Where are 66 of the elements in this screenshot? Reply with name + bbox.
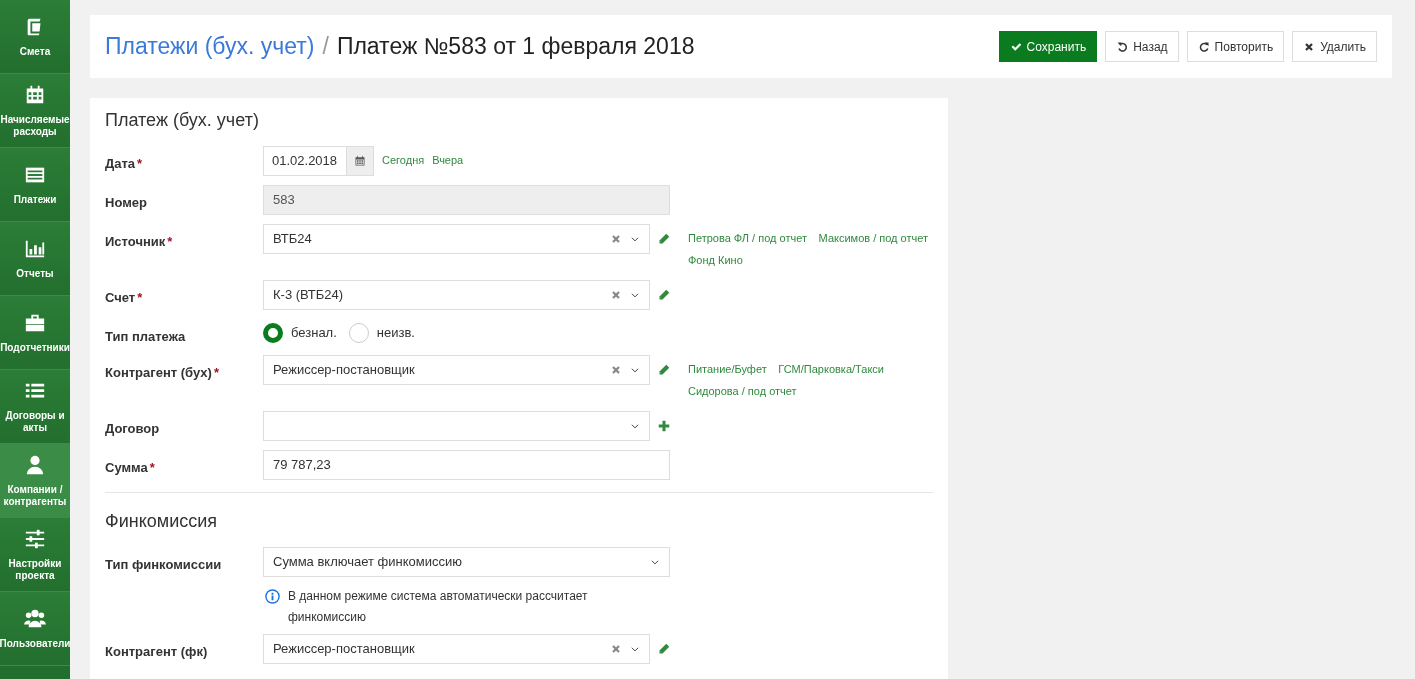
breadcrumb-separator: / [322,32,329,62]
radio-button[interactable] [263,322,283,343]
sidebar-item[interactable]: Пользователи [0,592,70,666]
quick-link[interactable]: Максимов / под отчет [818,231,928,244]
date-shortcut-link[interactable]: Сегодня [382,150,425,172]
radio-label[interactable]: безнал. [291,322,337,343]
dropdown-field[interactable]: Сумма включает финкомиссию [263,546,670,577]
back-button[interactable]: Назад [1105,31,1179,62]
quick-link[interactable]: Фонд Кино [688,253,743,266]
quick-link[interactable]: Питание/Буфет [688,363,767,376]
plus-icon[interactable] [658,420,670,433]
field-label: Контрагент (бух)* [105,364,220,383]
breadcrumb-link[interactable]: Платежи (бух. учет) [105,29,315,64]
amount-field[interactable]: 79 787,23 [263,450,670,481]
delete-button[interactable]: Удалить [1292,31,1377,62]
sidebar-item[interactable]: Смета [0,0,70,74]
field-label: Договор [105,420,161,439]
info-icon [265,588,280,604]
sidebar-item[interactable]: Настройки проекта [0,518,70,592]
sidebar-item[interactable]: Подотчетники [0,296,70,370]
clear-icon[interactable] [610,232,622,245]
field-label: Номер [105,193,148,212]
field-label: Тип платежа [105,327,187,346]
people-icon [24,607,46,630]
sidebar-item[interactable]: Платежи [0,148,70,222]
close-icon [1303,40,1316,53]
date-shortcut-link[interactable]: Вчера [432,150,464,172]
field-label: Счет* [105,288,144,307]
select-field[interactable]: ВТБ24 [263,223,650,254]
field-label: Дата* [105,154,144,173]
quick-link[interactable]: Сидорова / под отчет [688,385,797,398]
select-field[interactable]: Режиссер-постановщик [263,633,650,664]
sidebar-item[interactable]: Начисляемые расходы [0,74,70,148]
info-text: В данном режиме система автоматически рассчитает финкомиссию [288,587,589,626]
pencil-icon[interactable] [658,642,670,655]
redo-icon [1197,40,1210,53]
number-field: 583 [263,184,670,215]
select-field[interactable]: Режиссер-постановщик [263,355,650,386]
quick-link[interactable]: ГСМ/Парковка/Такси [778,363,884,376]
repeat-button[interactable]: Повторить [1186,31,1285,62]
sidebar-item[interactable]: Отчеты [0,222,70,296]
calendar-icon [24,84,46,106]
clear-icon[interactable] [610,642,622,655]
field-label: Контрагент (фк) [105,642,209,661]
pencil-icon[interactable] [658,364,670,377]
section-title: Платеж (бух. учет) [105,110,260,132]
sidebar-item[interactable]: Договоры и акты [0,370,70,444]
undo-icon [1116,40,1129,53]
pencil-icon[interactable] [658,288,670,301]
select-field[interactable] [263,411,650,442]
field-label: Источник* [105,232,174,251]
calendar-icon [354,154,366,167]
radio-label[interactable]: неизв. [376,322,415,343]
sliders-icon [24,528,46,550]
field-label: Сумма* [105,459,156,478]
sidebar-item[interactable]: Компании / контрагенты [0,444,70,518]
section-title: Финкомиссия [105,511,218,533]
person-icon [24,454,46,476]
page-title: Платеж №583 от 1 февраля 2018 [336,32,695,62]
quick-link[interactable]: Петрова ФЛ / под отчет [688,231,807,244]
date-field[interactable]: 01.02.2018 [263,145,374,176]
save-button[interactable]: Сохранить [998,31,1098,62]
field-label: Тип финкомиссии [105,555,223,574]
select-field[interactable]: К-3 (ВТБ24) [263,279,650,310]
clear-icon[interactable] [610,288,622,301]
pencil-icon[interactable] [658,232,670,245]
